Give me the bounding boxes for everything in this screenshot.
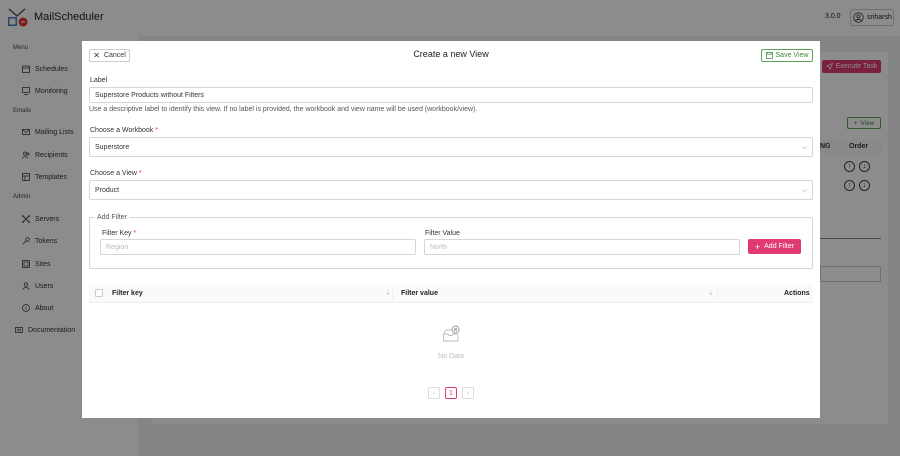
label-input[interactable] [89,87,813,103]
column-divider [392,288,393,299]
label-field-label: Label [90,77,108,84]
workbook-select[interactable]: Superstore [89,137,813,157]
add-filter-legend: Add Filter [95,214,129,221]
filter-key-input[interactable] [100,239,416,255]
filter-value-input[interactable] [424,239,740,255]
save-view-label: Save View [775,52,809,59]
chevron-down-icon [802,189,807,193]
view-label: Choose a View * [90,170,142,177]
required-marker: * [138,170,142,177]
required-marker: * [155,127,158,134]
create-view-modal: ✕ Cancel Create a new View Save View Lab… [82,41,820,418]
pagination-next-button[interactable]: › [462,387,474,399]
workbook-label-text: Choose a Workbook [90,127,154,134]
empty-text: No Data [438,353,464,360]
filters-table-header: Filter key ⇣ Filter value ⇣ Actions [89,284,813,303]
column-filter-value[interactable]: Filter value [401,290,438,297]
view-label-text: Choose a View [90,170,137,177]
add-filter-button[interactable]: + Add Filter [748,239,801,254]
table-empty-state: No Data [421,325,481,360]
save-icon [765,52,773,59]
column-divider [717,288,718,299]
pagination-prev-button[interactable]: ‹ [428,387,440,399]
view-select[interactable]: Product [89,180,813,200]
view-select-value: Product [95,186,120,194]
save-view-button[interactable]: Save View [761,49,813,62]
workbook-label: Choose a Workbook * [90,127,158,134]
sort-icon[interactable]: ⇣ [708,289,714,297]
filter-value-label: Filter Value [425,230,460,237]
column-filter-key[interactable]: Filter key [112,290,143,297]
pagination-page-1[interactable]: 1 [445,387,457,399]
modal-title: Create a new View [413,49,489,59]
workbook-select-value: Superstore [95,143,130,151]
chevron-down-icon [802,146,807,150]
filter-key-label: Filter Key * [102,230,136,237]
column-actions: Actions [784,290,810,297]
plus-icon: + [754,241,761,252]
select-all-checkbox[interactable] [95,289,103,297]
label-hint: Use a descriptive label to identify this… [89,106,478,113]
filter-key-label-text: Filter Key [102,230,132,237]
required-marker: * [133,230,137,237]
empty-inbox-icon [443,325,460,342]
add-filter-label: Add Filter [764,243,795,250]
sort-icon[interactable]: ⇣ [385,289,391,297]
